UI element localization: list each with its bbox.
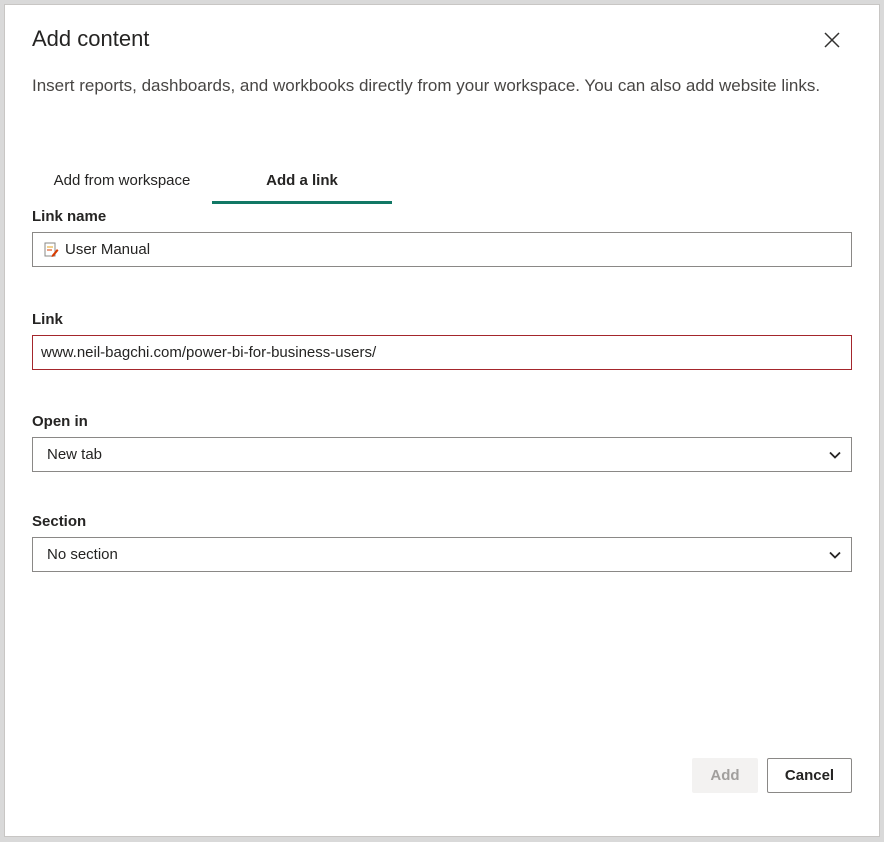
section-label: Section [32, 513, 87, 530]
close-button[interactable] [817, 25, 847, 55]
edit-document-icon [43, 242, 59, 258]
dialog-title: Add content [32, 26, 150, 51]
open-in-select[interactable]: New tab [32, 437, 852, 472]
link-name-input[interactable]: User Manual [32, 232, 852, 267]
cancel-button[interactable]: Cancel [767, 758, 852, 793]
link-label: Link [32, 311, 63, 328]
link-input[interactable]: www.neil-bagchi.com/power-bi-for-busines… [32, 335, 852, 370]
link-name-label: Link name [32, 208, 107, 225]
link-name-value: User Manual [65, 241, 151, 258]
section-select[interactable]: No section [32, 537, 852, 572]
dialog-description: Insert reports, dashboards, and workbook… [32, 76, 821, 95]
add-button[interactable]: Add [692, 758, 758, 793]
close-icon [824, 32, 840, 48]
link-value: www.neil-bagchi.com/power-bi-for-busines… [41, 344, 377, 361]
tab-add-a-link[interactable]: Add a link [212, 159, 392, 204]
open-in-label: Open in [32, 413, 88, 430]
chevron-down-icon [825, 551, 845, 559]
chevron-down-icon [825, 451, 845, 459]
add-content-dialog: Add content Insert reports, dashboards, … [4, 4, 880, 837]
tab-list: Add from workspace Add a link [32, 159, 392, 204]
tab-add-from-workspace[interactable]: Add from workspace [32, 159, 212, 202]
section-value: No section [47, 546, 118, 563]
open-in-value: New tab [47, 446, 103, 463]
